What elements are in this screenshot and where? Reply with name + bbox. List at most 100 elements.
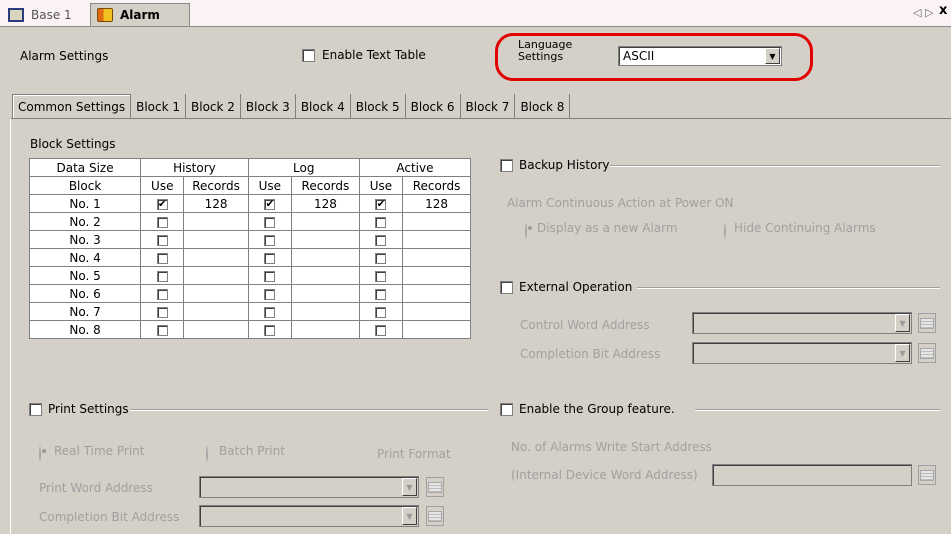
address-input-icon[interactable] xyxy=(918,313,936,333)
history-use-checkbox[interactable] xyxy=(156,234,168,246)
external-operation-label: External Operation xyxy=(519,280,633,294)
tab-common-settings[interactable]: Common Settings xyxy=(12,94,132,119)
table-row: No. 4 xyxy=(28,248,471,267)
tab-block-4[interactable]: Block 4 xyxy=(296,94,351,119)
log-use-checkbox[interactable] xyxy=(264,234,276,246)
history-use-checkbox[interactable] xyxy=(156,288,168,300)
active-use-checkbox[interactable] xyxy=(375,324,387,336)
active-use-cell xyxy=(358,302,404,321)
log-use-checkbox[interactable]: ✔ xyxy=(264,198,276,210)
log-use-checkbox[interactable] xyxy=(264,270,276,282)
history-use-cell xyxy=(140,284,185,303)
history-use-cell xyxy=(140,302,185,321)
history-use-checkbox[interactable] xyxy=(156,216,168,228)
log-use-checkbox[interactable] xyxy=(264,306,276,318)
header-active: Active xyxy=(358,158,472,177)
active-use-cell: ✔ xyxy=(358,194,404,213)
active-use-checkbox[interactable] xyxy=(375,270,387,282)
language-settings-dropdown[interactable]: ASCII ▼ xyxy=(618,46,782,66)
chevron-down-icon[interactable]: ▼ xyxy=(895,314,910,332)
history-use-checkbox[interactable]: ✔ xyxy=(156,198,168,210)
real-time-print-radio[interactable] xyxy=(39,446,41,462)
history-use-checkbox[interactable] xyxy=(156,324,168,336)
active-use-checkbox[interactable] xyxy=(375,252,387,264)
log-use-checkbox[interactable] xyxy=(264,252,276,264)
active-use-checkbox[interactable] xyxy=(375,306,387,318)
address-input-icon[interactable] xyxy=(918,465,936,485)
history-use-cell: ✔ xyxy=(140,194,185,213)
scroll-left-icon[interactable]: ◁ xyxy=(913,6,921,19)
chevron-down-icon[interactable]: ▼ xyxy=(765,48,780,64)
log-use-checkbox[interactable] xyxy=(264,288,276,300)
tab-block-3[interactable]: Block 3 xyxy=(241,94,296,119)
active-records xyxy=(402,320,471,339)
close-icon[interactable]: x xyxy=(939,3,947,18)
header-active-use: Use xyxy=(358,176,404,195)
tab-block-2[interactable]: Block 2 xyxy=(186,94,241,119)
block-number: No. 7 xyxy=(28,302,142,321)
tab-alarm-label: Alarm xyxy=(120,8,160,22)
address-input-icon[interactable] xyxy=(426,477,444,497)
history-use-cell xyxy=(140,230,185,249)
tab-block-6[interactable]: Block 6 xyxy=(406,94,461,119)
control-word-dropdown[interactable]: ▼ xyxy=(692,312,912,334)
history-use-cell xyxy=(140,248,185,267)
divider xyxy=(695,409,940,411)
log-use-cell xyxy=(247,302,292,321)
tab-block-8[interactable]: Block 8 xyxy=(515,94,571,119)
print-word-address-dropdown[interactable]: ▼ xyxy=(199,476,419,498)
external-completion-bit-dropdown[interactable]: ▼ xyxy=(692,342,912,364)
block-number: No. 6 xyxy=(28,284,142,303)
header-history-use: Use xyxy=(140,176,185,195)
batch-print-radio[interactable] xyxy=(206,446,208,462)
history-records xyxy=(183,320,249,339)
tab-block-1[interactable]: Block 1 xyxy=(131,94,186,119)
tab-block-7[interactable]: Block 7 xyxy=(461,94,516,119)
chevron-down-icon[interactable]: ▼ xyxy=(402,478,417,496)
history-records xyxy=(183,284,249,303)
active-use-cell xyxy=(358,266,404,285)
active-records xyxy=(402,302,471,321)
print-completion-bit-dropdown[interactable]: ▼ xyxy=(199,505,419,527)
language-settings-label-line2: Settings xyxy=(518,50,564,63)
active-use-cell xyxy=(358,230,404,249)
block-settings-title: Block Settings xyxy=(30,137,116,151)
active-use-cell xyxy=(358,248,404,267)
divider xyxy=(637,287,940,289)
history-use-checkbox[interactable] xyxy=(156,252,168,264)
address-input-icon[interactable] xyxy=(918,343,936,363)
display-new-alarm-radio[interactable] xyxy=(525,223,527,239)
header-log: Log xyxy=(247,158,360,177)
hide-continuing-radio[interactable] xyxy=(724,223,726,239)
enable-text-table-checkbox[interactable] xyxy=(302,49,315,62)
table-row: No. 3 xyxy=(28,230,471,249)
active-use-checkbox[interactable] xyxy=(375,234,387,246)
backup-history-checkbox[interactable] xyxy=(500,159,513,172)
active-use-checkbox[interactable]: ✔ xyxy=(375,198,387,210)
print-format-label: Print Format xyxy=(377,447,451,461)
tab-block-5[interactable]: Block 5 xyxy=(351,94,406,119)
header-data-size: Data Size xyxy=(28,158,142,177)
header-history: History xyxy=(140,158,249,177)
chevron-down-icon[interactable]: ▼ xyxy=(895,344,910,362)
history-use-checkbox[interactable] xyxy=(156,306,168,318)
active-use-checkbox[interactable] xyxy=(375,216,387,228)
chevron-down-icon[interactable]: ▼ xyxy=(402,507,417,525)
history-records xyxy=(183,302,249,321)
log-use-cell xyxy=(247,212,292,231)
settings-tabs: Common Settings Block 1 Block 2 Block 3 … xyxy=(12,94,571,119)
write-start-address-input[interactable] xyxy=(712,464,912,486)
log-use-checkbox[interactable] xyxy=(264,324,276,336)
log-use-checkbox[interactable] xyxy=(264,216,276,228)
tab-base-1[interactable]: Base 1 xyxy=(2,3,92,26)
log-use-cell xyxy=(247,266,292,285)
scroll-right-icon[interactable]: ▷ xyxy=(925,6,933,19)
group-feature-checkbox[interactable] xyxy=(500,403,513,416)
display-new-alarm-label: Display as a new Alarm xyxy=(537,221,678,235)
active-use-checkbox[interactable] xyxy=(375,288,387,300)
tab-alarm[interactable]: Alarm xyxy=(90,3,190,26)
print-settings-checkbox[interactable] xyxy=(29,403,42,416)
external-operation-checkbox[interactable] xyxy=(500,281,513,294)
address-input-icon[interactable] xyxy=(426,506,444,526)
history-use-checkbox[interactable] xyxy=(156,270,168,282)
